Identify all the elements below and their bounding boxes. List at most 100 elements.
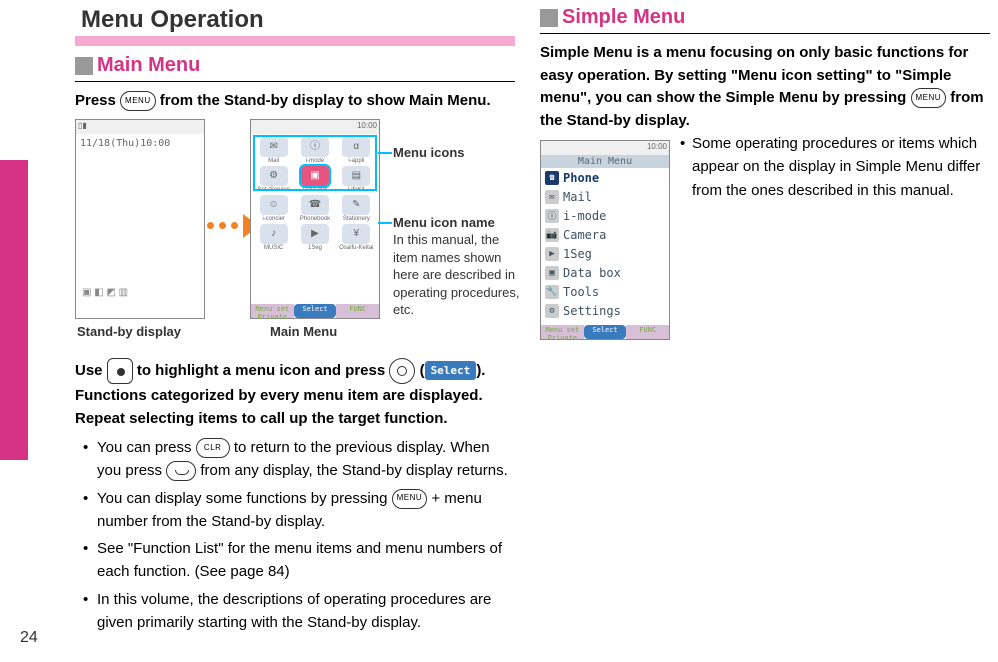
use-2: Functions categorized by every menu item… [75,387,483,404]
simple-item: 📷 Camera [541,225,669,244]
b2-pre: You can display some functions by pressi… [97,490,392,507]
main-menu-grid: ✉Mail ⓘi-mode αi-appli ⚙Set./Service ▣Da… [251,134,379,254]
simple-menu-list: ☎ Phone ✉Mail ⓘ i-mode 📷 Camera ▶ 1Seg ▣Data… [541,168,669,320]
softkey-left: Menu set Private [541,325,584,339]
use-3: Repeat selecting items to call up the ta… [75,410,448,427]
section-title-main-menu: Main Menu [97,54,200,77]
section-marker-icon [540,9,558,27]
simple-item: ⓘ i-mode [541,206,669,225]
menu-cell: ☺i-concier [254,195,293,222]
menu-cell: ☎Phonebook [295,195,334,222]
right-column: Simple Menu Simple Menu is a menu focusi… [540,0,990,340]
phone-icon: ☎ [545,171,559,185]
databox-icon: ▣ [545,266,559,280]
simple-item-label: Settings [563,304,621,318]
tools-icon: 🔧 [545,285,559,299]
camera-icon: 📷 [545,228,559,242]
simple-menu-screen: 10:00 Main Menu ☎ Phone ✉Mail ⓘ i-mode 📷 Ca… [540,140,670,340]
menu-cell-label: LifeKit [348,187,365,193]
intro-pre: Press [75,92,120,109]
use-1b: to highlight a menu icon and press [137,361,390,378]
callout-line-icon [378,152,392,154]
b3: See "Function List" for the menu items a… [97,540,502,580]
simple-item: ✉Mail [541,187,669,206]
simple-item: ▣Data box [541,263,669,282]
section-header-simple-menu: Simple Menu [540,6,990,29]
menu-key-icon: MENU [392,489,428,509]
mainmenu-softkeys: Menu set Private Select FUNC [251,304,379,318]
use-1a: Use [75,361,107,378]
bullet-list: You can press CLR to return to the previ… [75,436,515,634]
diagram-area: ▯▮ 11/18(Thu)10:00 ▣ ◧ ◩ ▥ 10:00 ✉Mail ⓘ… [75,119,515,354]
menu-cell-label: 1Seg [308,245,322,251]
menu-cell-highlighted: ▣Data box [295,166,334,193]
menu-cell: ▶1Seg [295,224,334,251]
mainmenu-caption: Main Menu [270,324,337,339]
intro-post: from the Stand-by display to show Main M… [160,92,491,109]
mainmenu-statusbar: 10:00 [251,120,379,134]
simple-item-label: 1Seg [563,247,592,261]
imode-icon: ⓘ [545,209,559,223]
simple-item-label: Phone [563,171,599,185]
standby-date: 11/18(Thu)10:00 [76,134,204,153]
section-title-simple-menu: Simple Menu [562,6,685,29]
menu-cell: ¥Osaifu-Keitai [337,224,376,251]
simple-item-label: Mail [563,190,592,204]
simple-item-label: Camera [563,228,606,242]
dpad-key-icon [107,358,133,384]
simple-item-phone: ☎ Phone [541,168,669,187]
menu-cell: ♪MUSIC [254,224,293,251]
simple-intro-text: Simple Menu is a menu focusing on only b… [540,44,968,106]
menu-cell-label: Phonebook [300,216,330,222]
menu-key-icon: MENU [911,88,947,108]
page-number: 24 [20,629,38,647]
menu-cell: ▤LifeKit [337,166,376,193]
softkey-right: FUNC [626,325,669,339]
softkey-select: Select [584,325,627,339]
callout-menu-icon-name-hd: Menu icon name [393,214,523,232]
section-rule [75,81,515,82]
menu-cell-label: MUSIC [264,245,283,251]
callout-menu-icon-name: Menu icon name In this manual, the item … [393,214,523,319]
list-item: See "Function List" for the menu items a… [87,537,515,584]
callout-menu-icons: Menu icons [393,144,465,162]
use-instruction: Use to highlight a menu icon and press (… [75,358,515,431]
simple-item: ⚙ Settings [541,301,669,320]
callout-menu-icon-name-body: In this manual, the item names shown her… [393,231,523,319]
simple-softkeys: Menu set Private Select FUNC [541,325,669,339]
menu-cell-label: Osaifu-Keitai [339,245,373,251]
clr-key-icon: CLR [196,438,230,458]
select-button-graphic: Select [425,361,477,380]
menu-cell: ✉Mail [254,137,293,164]
menu-cell: ⚙Set./Service [254,166,293,193]
simple-statusbar: 10:00 [541,141,669,155]
simple-menu-title: Main Menu [541,155,669,168]
menu-cell-label: Mail [268,158,279,164]
page-title: Menu Operation [75,0,515,46]
simple-body-text: Some operating procedures or items which… [682,132,990,202]
settings-icon: ⚙ [545,304,559,318]
section-marker-icon [75,57,93,75]
simple-item-label: i-mode [563,209,606,223]
section-rule [540,33,990,34]
menu-cell-label: Stationery [343,216,370,222]
simple-item: ▶ 1Seg [541,244,669,263]
menu-cell-label: i-mode [306,158,324,164]
menu-key-icon: MENU [120,91,156,111]
b1-pre: You can press [97,439,196,456]
menu-cell: ✎Stationery [337,195,376,222]
menu-cell-label: i-concier [262,216,285,222]
simple-intro: Simple Menu is a menu focusing on only b… [540,42,990,132]
simple-bullet: Some operating procedures or items which… [682,132,990,202]
list-item: You can display some functions by pressi… [87,487,515,534]
side-tab-label: Basic Operation [54,249,72,372]
main-menu-screen: 10:00 ✉Mail ⓘi-mode αi-appli ⚙Set./Servi… [250,119,380,319]
side-tab: Basic Operation [0,160,28,460]
standby-statusbar: ▯▮ [76,120,204,134]
menu-cell: ⓘi-mode [295,137,334,164]
tv-icon: ▶ [545,247,559,261]
end-key-icon [166,461,196,481]
simple-body-row: 10:00 Main Menu ☎ Phone ✉Mail ⓘ i-mode 📷 Ca… [540,132,990,340]
section-header-main-menu: Main Menu [75,54,515,77]
menu-cell-label: Data box [303,187,327,193]
